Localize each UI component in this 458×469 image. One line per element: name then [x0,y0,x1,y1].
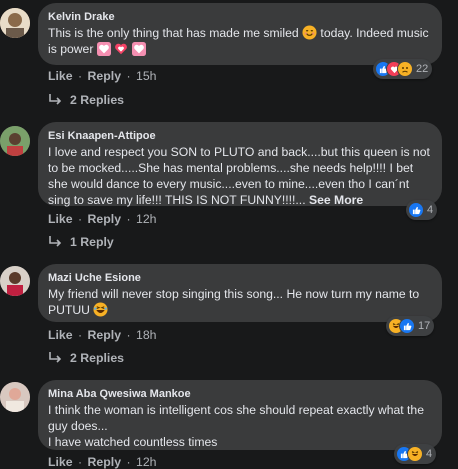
comment-actions: Like · Reply · 12h [48,455,157,469]
comment-text: I love and respect you SON to PLUTO and … [48,144,430,208]
like-icon [399,318,415,334]
reaction-summary[interactable]: 4 [406,200,438,220]
reaction-count: 22 [416,63,429,75]
reply-arrow-icon [49,94,62,105]
sad-icon [397,61,413,77]
avatar[interactable] [0,126,30,156]
like-link[interactable]: Like [48,212,73,226]
reply-link[interactable]: Reply [88,455,122,469]
replies-count: 2 Replies [70,93,124,107]
like-icon [408,202,424,218]
timestamp[interactable]: 15h [136,69,157,83]
laughing-emoji-icon [93,302,108,317]
heart-emoji-icon [115,43,128,55]
view-replies-link[interactable]: 2 Replies [48,351,124,365]
reply-link[interactable]: Reply [88,212,122,226]
comment-text-part: This is the only thing that has made me … [48,26,299,40]
comment-text-part: I love and respect you SON to PLUTO and … [48,145,430,207]
like-link[interactable]: Like [48,69,73,83]
heart-emoji-icon [96,42,111,56]
see-more-link[interactable]: See More [309,193,363,207]
comment-bubble: Mazi Uche Esione My friend will never st… [38,264,442,322]
like-link[interactable]: Like [48,455,73,469]
smile-emoji-icon [302,25,317,40]
comment-bubble: Esi Knaapen-Attipoe I love and respect y… [38,122,442,208]
reply-link[interactable]: Reply [88,328,122,342]
like-link[interactable]: Like [48,328,73,342]
reply-link[interactable]: Reply [88,69,122,83]
view-replies-link[interactable]: 1 Reply [48,235,114,249]
replies-count: 2 Replies [70,351,124,365]
comment-author[interactable]: Mazi Uche Esione [48,272,430,284]
timestamp[interactable]: 12h [136,455,157,469]
comment-text: My friend will never stop singing this s… [48,286,430,318]
comment-text: I think the woman is intelligent cos she… [48,402,430,450]
reaction-summary[interactable]: 22 [373,59,433,79]
comment-author[interactable]: Esi Knaapen-Attipoe [48,130,430,142]
view-replies-link[interactable]: 2 Replies [48,93,124,107]
reaction-count: 4 [426,448,433,460]
avatar[interactable] [0,382,30,412]
avatar[interactable] [0,266,30,296]
comment-actions: Like · Reply · 15h [48,69,157,83]
comment-bubble: Mina Aba Qwesiwa Mankoe I think the woma… [38,380,442,450]
comment-author[interactable]: Kelvin Drake [48,11,430,23]
reaction-summary[interactable]: 17 [386,316,435,336]
heart-emoji-icon [131,42,146,56]
comment-actions: Like · Reply · 12h [48,212,157,226]
reaction-count: 4 [427,204,434,216]
comment-actions: Like · Reply · 18h [48,328,157,342]
comment-bubble: Kelvin Drake This is the only thing that… [38,3,442,65]
reply-arrow-icon [49,236,62,247]
timestamp[interactable]: 18h [136,328,157,342]
reaction-count: 17 [418,320,431,332]
replies-count: 1 Reply [70,235,114,249]
comment-text-part: I think the woman is intelligent cos she… [48,403,424,433]
reply-arrow-icon [49,352,62,363]
haha-icon [407,446,423,462]
comment-text-part: I have watched countless times [48,435,218,449]
timestamp[interactable]: 12h [136,212,157,226]
comment-author[interactable]: Mina Aba Qwesiwa Mankoe [48,388,430,400]
comment-text: This is the only thing that has made me … [48,25,430,57]
reaction-summary[interactable]: 4 [394,444,437,464]
avatar[interactable] [0,8,30,38]
